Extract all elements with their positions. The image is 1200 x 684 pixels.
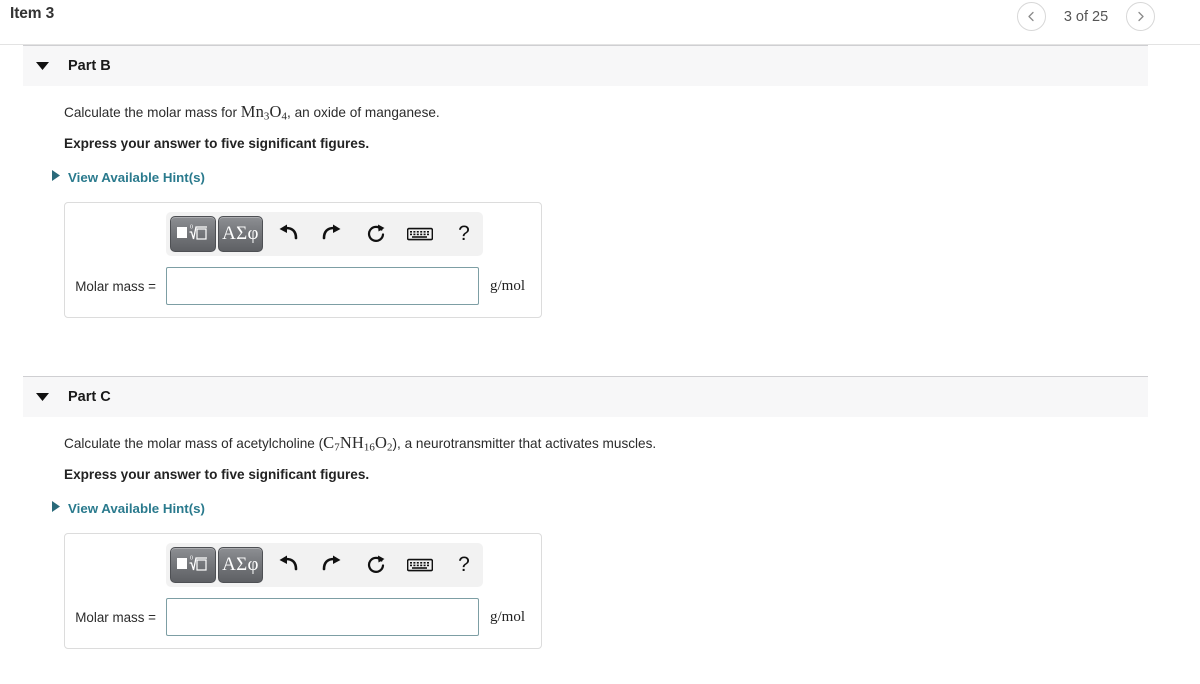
redo-icon xyxy=(321,555,343,575)
caret-right-icon xyxy=(52,168,60,186)
undo-button[interactable] xyxy=(269,547,307,583)
svg-text:0: 0 xyxy=(190,555,193,561)
undo-icon xyxy=(277,555,299,575)
math-template-button[interactable]: 0 xyxy=(170,547,216,584)
part-c-answer-row: Molar mass = g/mol xyxy=(65,598,541,637)
part-b-hints-label: View Available Hint(s) xyxy=(68,169,205,185)
caret-down-icon[interactable] xyxy=(27,393,57,401)
keyboard-button[interactable] xyxy=(401,216,439,252)
keyboard-button[interactable] xyxy=(401,547,439,583)
part-b-header[interactable]: Part B xyxy=(23,45,1148,86)
part-c-answer-box: 0 ΑΣφ ? Molar mass = g/mol xyxy=(64,533,542,650)
next-item-button[interactable] xyxy=(1126,2,1155,31)
question-text-pre: Calculate the molar mass for xyxy=(64,105,241,120)
part-b-answer-row: Molar mass = g/mol xyxy=(65,267,541,306)
part-c-answer-units: g/mol xyxy=(490,608,526,625)
greek-letters-button[interactable]: ΑΣφ xyxy=(217,216,264,253)
part-c-body: Calculate the molar mass of acetylcholin… xyxy=(23,417,1148,650)
page-title: Item 3 xyxy=(10,5,55,22)
chevron-left-icon xyxy=(1026,11,1037,22)
chemical-formula: Mn3O4 xyxy=(240,102,288,123)
keyboard-icon xyxy=(407,557,434,573)
part-c-view-hints-link[interactable]: View Available Hint(s) xyxy=(52,499,205,517)
math-template-button[interactable]: 0 xyxy=(170,216,216,253)
item-pager: 3 of 25 xyxy=(1017,2,1155,31)
redo-button[interactable] xyxy=(313,547,351,583)
reset-button[interactable] xyxy=(357,547,395,583)
part-c-instruction: Express your answer to five significant … xyxy=(64,467,370,483)
part-c-math-toolbar: 0 ΑΣφ ? xyxy=(166,543,483,588)
part-b-label: Part B xyxy=(68,58,111,74)
part-c-header[interactable]: Part C xyxy=(23,376,1148,417)
part-b-answer-box: 0 ΑΣφ ? Molar mass = g/mol xyxy=(64,202,542,319)
undo-icon xyxy=(277,224,299,244)
part-b-body: Calculate the molar mass for Mn3O4, an o… xyxy=(23,86,1148,319)
caret-down-icon[interactable] xyxy=(27,62,57,70)
top-bar: Item 3 3 of 25 xyxy=(0,0,1200,45)
reset-button[interactable] xyxy=(357,216,395,252)
part-c-label: Part C xyxy=(68,389,111,405)
undo-button[interactable] xyxy=(269,216,307,252)
part-b-math-toolbar: 0 ΑΣφ ? xyxy=(166,212,483,257)
question-text-post: ), a neurotransmitter that activates mus… xyxy=(392,436,657,451)
redo-button[interactable] xyxy=(313,216,351,252)
part-b-question: Calculate the molar mass for Mn3O4, an o… xyxy=(64,100,1148,125)
part-b-answer-label: Molar mass = xyxy=(75,278,156,294)
part-b-answer-units: g/mol xyxy=(490,277,526,294)
part-c-question: Calculate the molar mass of acetylcholin… xyxy=(64,431,1148,456)
help-button[interactable]: ? xyxy=(445,216,483,252)
help-button[interactable]: ? xyxy=(445,547,483,583)
item-counter: 3 of 25 xyxy=(1063,8,1109,25)
reset-icon xyxy=(366,555,387,576)
caret-right-icon xyxy=(52,499,60,517)
svg-text:0: 0 xyxy=(190,224,193,230)
previous-item-button[interactable] xyxy=(1017,2,1046,31)
math-template-icon: 0 xyxy=(176,552,210,579)
chemical-formula: C7NH16O2 xyxy=(323,433,393,454)
math-template-icon: 0 xyxy=(176,221,210,248)
part-c-hints-label: View Available Hint(s) xyxy=(68,500,205,516)
greek-letters-button[interactable]: ΑΣφ xyxy=(217,547,264,584)
chevron-right-icon xyxy=(1135,11,1146,22)
part-b-instruction: Express your answer to five significant … xyxy=(64,136,370,152)
part-b-panel: Part B Calculate the molar mass for Mn3O… xyxy=(23,45,1148,319)
reset-icon xyxy=(366,224,387,245)
part-b-view-hints-link[interactable]: View Available Hint(s) xyxy=(52,168,205,186)
part-b-answer-input[interactable] xyxy=(166,267,479,306)
question-text-pre: Calculate the molar mass of acetylcholin… xyxy=(64,436,324,451)
part-c-answer-input[interactable] xyxy=(166,598,479,637)
question-text-post: , an oxide of manganese. xyxy=(287,105,440,120)
part-c-answer-label: Molar mass = xyxy=(75,609,156,625)
redo-icon xyxy=(321,224,343,244)
keyboard-icon xyxy=(407,226,434,242)
part-c-panel: Part C Calculate the molar mass of acety… xyxy=(23,376,1148,650)
